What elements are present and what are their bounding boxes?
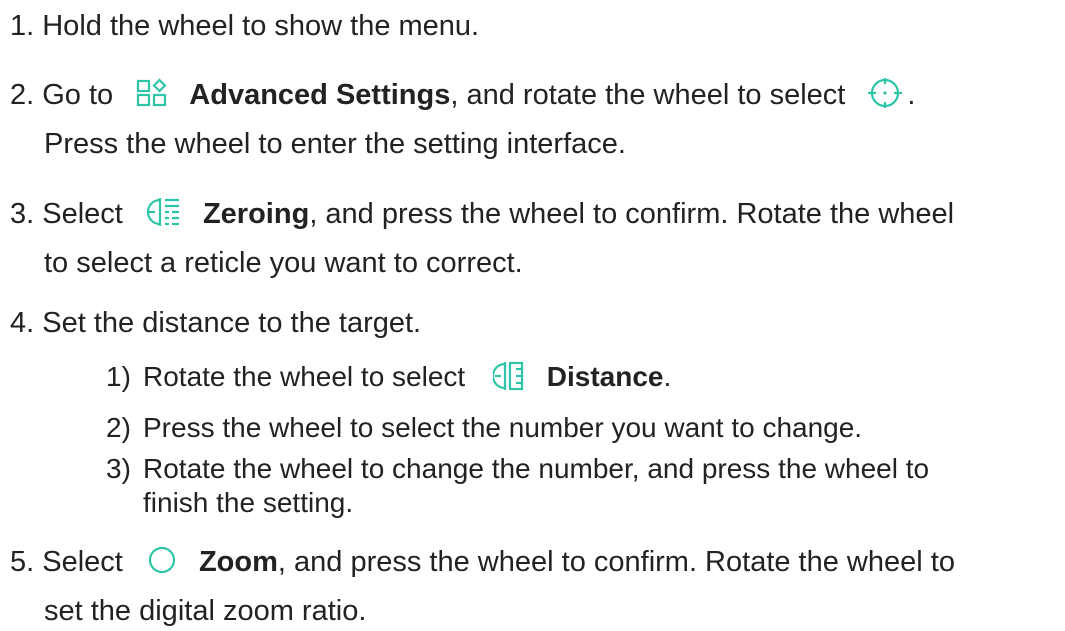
substep-3-continuation: finish the setting. [143,487,354,518]
step-2-mid: , and rotate the wheel to select [450,79,846,111]
substep-1-body: Rotate the wheel to select Distance. [143,360,671,395]
step-5-line-2: set the digital zoom ratio. [44,594,366,628]
step-3: 3. Select Zeroing, and press the wheel t… [10,197,954,231]
substep-1-end: . [663,361,672,392]
step-5-continuation: set the digital zoom ratio. [44,595,367,627]
distance-icon [492,360,525,392]
advanced-settings-label: Advanced Settings [189,79,451,111]
step-3-continuation: to select a reticle you want to correct. [44,247,523,279]
zeroing-label: Zeroing [202,198,310,230]
step-3-pre: 3. Select [10,198,123,230]
distance-label: Distance [546,361,664,392]
zeroing-icon [146,196,181,228]
step-2-end: . [907,79,916,111]
substep-2-text: Press the wheel to select the number you… [143,412,863,443]
step-2: 2. Go to Advanced Settings, and rotate t… [10,78,915,113]
step-1-text: 1. Hold the wheel to show the menu. [10,10,480,42]
step-2-pre: 2. Go to [10,79,114,111]
zoom-label: Zoom [198,546,278,578]
substep-1-number: 1) [106,361,131,392]
step-1: 1. Hold the wheel to show the menu. [10,9,479,43]
substep-2-body: Press the wheel to select the number you… [143,411,862,445]
step-5-post: , and press the wheel to confirm. Rotate… [277,546,955,578]
zoom-icon [147,545,177,575]
substep-2: 2) [106,411,131,445]
step-4-text: 4. Set the distance to the target. [10,307,422,339]
substep-3-text: Rotate the wheel to change the number, a… [143,453,930,484]
step-3-post: , and press the wheel to confirm. Rotate… [309,198,955,230]
substep-3-number: 3) [106,453,131,484]
advanced-settings-icon [135,78,169,108]
step-3-line-2: to select a reticle you want to correct. [44,246,523,280]
substep-1-pre: Rotate the wheel to select [143,361,466,392]
step-2-line-2: Press the wheel to enter the setting int… [44,127,626,161]
step-4: 4. Set the distance to the target. [10,306,421,340]
step-2-continuation: Press the wheel to enter the setting int… [44,128,626,160]
substep-2-number: 2) [106,412,131,443]
step-5-pre: 5. Select [10,546,123,578]
substep-3-body: Rotate the wheel to change the number, a… [143,452,929,486]
step-5: 5. Select Zoom, and press the wheel to c… [10,545,955,579]
substep-3-line-2: finish the setting. [143,486,353,520]
instructions-document: 1. Hold the wheel to show the menu. 2. G… [0,0,1065,631]
substep-3: 3) [106,452,131,486]
reticle-crosshair-icon [867,76,903,110]
substep-1: 1) [106,360,131,394]
